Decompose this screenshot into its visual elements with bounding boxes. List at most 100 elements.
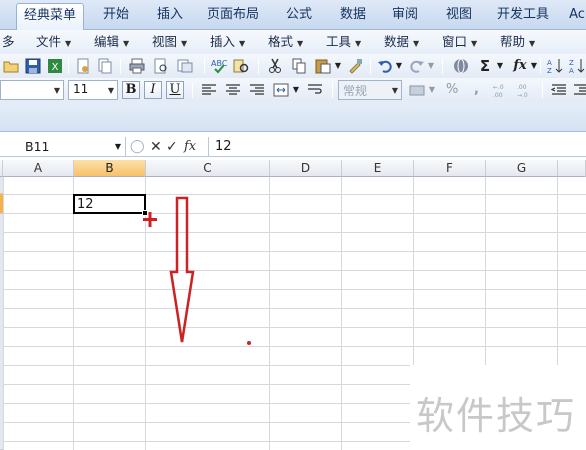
watermark: 软件技巧	[410, 365, 586, 450]
column-header-e[interactable]: E	[342, 160, 414, 177]
tab-data[interactable]: 数据	[330, 3, 376, 30]
formula-input[interactable]: 12	[208, 137, 586, 157]
open-folder-icon[interactable]	[2, 57, 20, 75]
column-header-b[interactable]: B	[74, 160, 146, 177]
confirm-entry-icon[interactable]: ✓	[166, 138, 178, 156]
wrap-text-icon[interactable]	[306, 81, 324, 99]
tab-addins[interactable]: Ac	[562, 3, 586, 30]
formula-bar-controls: ◯ ✕ ✓ fx	[128, 138, 204, 156]
merge-center-icon[interactable]	[272, 81, 290, 99]
menu-window[interactable]: 窗口 ▼	[442, 34, 477, 52]
column-header-a[interactable]: A	[3, 160, 74, 177]
menu-format[interactable]: 格式 ▼	[268, 34, 303, 52]
svg-text:←.0: ←.0	[493, 84, 504, 91]
comma-style-button[interactable]: ,	[474, 81, 479, 99]
menu-tools[interactable]: 工具 ▼	[326, 34, 361, 52]
function-dropdown-arrow-icon[interactable]: ▼	[530, 57, 538, 75]
percent-style-button[interactable]: %	[446, 81, 458, 99]
svg-text:X: X	[52, 62, 59, 73]
font-size-select[interactable]: 11 ▼	[68, 80, 118, 100]
formatting-toolbar: ▼ 11 ▼ B I U ▼ 常规 ▼ ▼ % , ←.0.00 .00 →.0	[0, 78, 586, 102]
tab-insert[interactable]: 插入	[146, 3, 194, 30]
menu-partial[interactable]: 多	[2, 34, 15, 52]
currency-dropdown-arrow-icon[interactable]: ▼	[428, 81, 436, 99]
svg-text:ABC: ABC	[211, 59, 228, 68]
column-header-d[interactable]: D	[270, 160, 342, 177]
autosum-dropdown-arrow-icon[interactable]: ▼	[496, 57, 504, 75]
column-header-h[interactable]	[558, 160, 586, 177]
function-wizard-circle-icon[interactable]: ◯	[130, 138, 145, 156]
toolbar-spacer	[0, 102, 586, 132]
tab-developer[interactable]: 开发工具	[490, 3, 556, 30]
print-icon[interactable]	[128, 57, 146, 75]
redo-dropdown-arrow-icon[interactable]: ▼	[427, 57, 435, 75]
active-cell[interactable]: 12	[73, 194, 146, 214]
menu-file[interactable]: 文件 ▼	[36, 34, 71, 52]
svg-text:→.0: →.0	[517, 92, 528, 99]
tab-page-layout[interactable]: 页面布局	[200, 3, 266, 30]
hyperlink-icon[interactable]	[452, 57, 470, 75]
menu-view[interactable]: 视图 ▼	[152, 34, 187, 52]
decrease-indent-icon[interactable]	[550, 81, 568, 99]
menu-help[interactable]: 帮助 ▼	[500, 34, 535, 52]
menu-data[interactable]: 数据 ▼	[384, 34, 419, 52]
permission-icon[interactable]	[74, 57, 92, 75]
tab-review[interactable]: 审阅	[382, 3, 428, 30]
align-left-icon[interactable]	[200, 81, 218, 99]
font-name-select[interactable]: ▼	[0, 80, 64, 100]
document-icon[interactable]	[96, 57, 114, 75]
tab-formulas[interactable]: 公式	[276, 3, 322, 30]
autosum-icon[interactable]: Σ	[476, 57, 494, 75]
cut-icon[interactable]	[266, 57, 284, 75]
italic-button[interactable]: I	[144, 81, 162, 99]
print-preview-icon[interactable]	[152, 57, 170, 75]
format-painter-icon[interactable]	[346, 57, 364, 75]
sort-ascending-icon[interactable]: AZ	[546, 57, 564, 75]
paste-icon[interactable]	[314, 57, 332, 75]
spelling-icon[interactable]: ABC	[210, 57, 228, 75]
tab-view[interactable]: 视图	[436, 3, 482, 30]
svg-text:Z: Z	[569, 59, 574, 67]
save-icon[interactable]	[24, 57, 42, 75]
column-header-c[interactable]: C	[146, 160, 270, 177]
column-header-f[interactable]: F	[414, 160, 486, 177]
redo-icon[interactable]	[408, 57, 426, 75]
currency-icon[interactable]	[408, 81, 426, 99]
increase-decimal-icon[interactable]: ←.0.00	[492, 81, 510, 99]
menu-edit[interactable]: 编辑 ▼	[94, 34, 129, 52]
undo-dropdown-arrow-icon[interactable]: ▼	[395, 57, 403, 75]
increase-indent-icon[interactable]	[572, 81, 586, 99]
decrease-decimal-icon[interactable]: .00 →.0	[516, 81, 534, 99]
standard-toolbar: X ABC ▼ ▼ ▼ Σ ▼ fx ▼ AZ ZA	[0, 54, 586, 78]
excel-icon[interactable]: X	[46, 57, 64, 75]
row-header[interactable]	[0, 177, 3, 194]
row-header-selected[interactable]	[0, 194, 3, 214]
view-options-icon[interactable]	[176, 57, 194, 75]
undo-icon[interactable]	[376, 57, 394, 75]
underline-button[interactable]: U	[166, 81, 184, 99]
column-header-g[interactable]: G	[486, 160, 558, 177]
svg-text:Z: Z	[547, 67, 552, 75]
tab-classic-menu[interactable]: 经典菜单	[16, 3, 84, 30]
fill-handle[interactable]	[142, 210, 148, 216]
number-format-select[interactable]: 常规 ▼	[338, 80, 402, 100]
cancel-entry-icon[interactable]: ✕	[150, 138, 162, 156]
name-box-dropdown-icon[interactable]: ▼	[115, 142, 121, 151]
ribbon-tab-bar: 经典菜单 开始 插入 页面布局 公式 数据 审阅 视图 开发工具 Ac	[0, 0, 586, 30]
svg-text:.00: .00	[517, 84, 527, 91]
align-right-icon[interactable]	[248, 81, 266, 99]
sort-descending-icon[interactable]: ZA	[568, 57, 586, 75]
insert-function-button[interactable]: fx	[184, 138, 196, 156]
bold-button[interactable]: B	[122, 81, 140, 99]
name-box[interactable]: B11 ▼	[0, 137, 126, 157]
align-center-icon[interactable]	[224, 81, 242, 99]
menu-insert[interactable]: 插入 ▼	[210, 34, 245, 52]
insert-function-icon[interactable]: fx	[510, 57, 530, 75]
research-icon[interactable]	[232, 57, 250, 75]
paste-dropdown-arrow-icon[interactable]: ▼	[334, 57, 342, 75]
row-header[interactable]	[0, 214, 3, 450]
tab-home[interactable]: 开始	[92, 3, 140, 30]
merge-dropdown-arrow-icon[interactable]: ▼	[292, 81, 300, 99]
formula-bar: B11 ▼ ◯ ✕ ✓ fx 12	[0, 137, 586, 157]
copy-icon[interactable]	[290, 57, 308, 75]
